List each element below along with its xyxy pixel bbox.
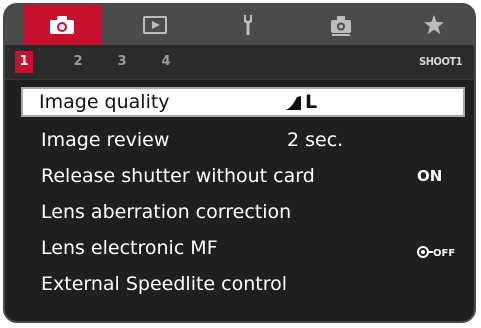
- menu-item-value: L: [285, 89, 317, 119]
- menu-item-value: ON: [417, 167, 443, 185]
- menu-item-value: 2 sec.: [287, 129, 344, 151]
- sub-tab-bar: 1 2 3 4 SHOOT1: [5, 45, 474, 80]
- menu-item-value: OFF: [417, 241, 455, 260]
- fine-quality-icon: [285, 95, 301, 110]
- playback-icon: [143, 16, 167, 34]
- menu-item-image-review[interactable]: Image review 2 sec.: [23, 125, 463, 155]
- page-label: SHOOT1: [419, 55, 462, 68]
- lens-mf-status: OFF: [433, 248, 456, 259]
- menu-item-release-shutter-without-card[interactable]: Release shutter without card ON: [23, 161, 463, 191]
- tab-my-menu[interactable]: [395, 5, 473, 45]
- main-tab-bar: [5, 5, 474, 45]
- menu-item-image-quality[interactable]: Image quality L: [21, 87, 465, 117]
- camera-menu-screen: 1 2 3 4 SHOOT1 Image quality L Image rev…: [3, 3, 476, 323]
- menu-item-lens-aberration-correction[interactable]: Lens aberration correction: [23, 197, 463, 227]
- menu-item-label: Image review: [41, 129, 170, 151]
- tab-setup[interactable]: [209, 5, 287, 45]
- subtab-2[interactable]: 2: [69, 51, 87, 73]
- subtab-3[interactable]: 3: [113, 51, 131, 73]
- wrench-icon: [244, 15, 252, 35]
- menu-item-external-speedlite-control[interactable]: External Speedlite control: [23, 269, 463, 299]
- subtab-1[interactable]: 1: [15, 51, 33, 73]
- quality-size-text: L: [305, 91, 318, 113]
- camera-icon: [50, 16, 74, 34]
- tab-playback[interactable]: [116, 5, 194, 45]
- menu-item-label: External Speedlite control: [41, 273, 288, 295]
- star-icon: [424, 15, 444, 34]
- menu-item-label: Release shutter without card: [41, 165, 315, 187]
- menu-item-lens-electronic-mf[interactable]: Lens electronic MF OFF: [23, 233, 463, 263]
- custom-function-camera-icon: [331, 16, 351, 36]
- tab-custom-functions[interactable]: [302, 5, 380, 45]
- menu-item-label: Lens aberration correction: [41, 201, 292, 223]
- lens-mf-icon: [417, 245, 433, 258]
- tab-shooting[interactable]: [23, 5, 101, 45]
- menu-item-label: Lens electronic MF: [41, 237, 218, 259]
- subtab-4[interactable]: 4: [157, 51, 175, 73]
- menu-item-label: Image quality: [39, 91, 170, 113]
